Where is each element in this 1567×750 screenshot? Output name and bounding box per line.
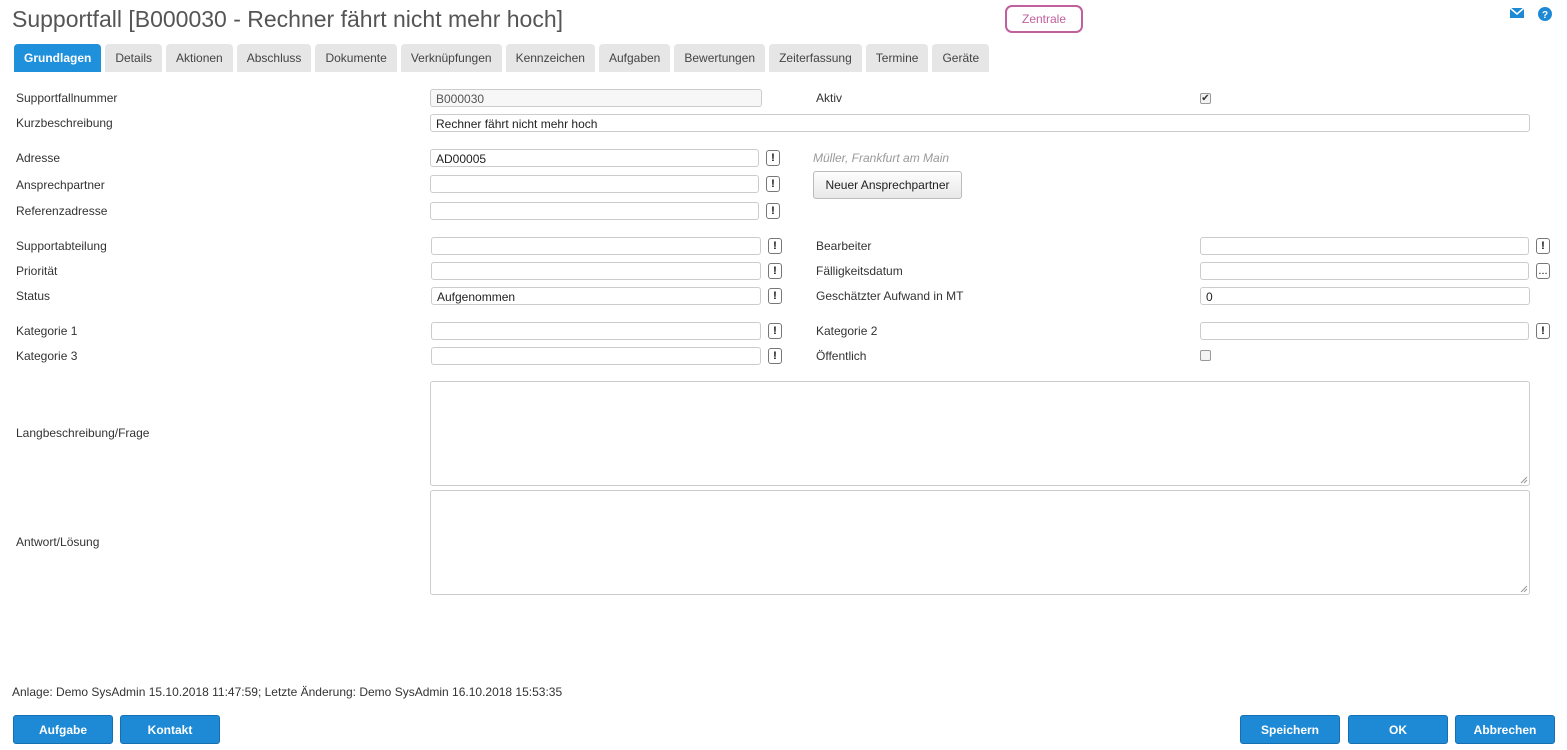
referenzadresse-field[interactable] — [430, 202, 759, 220]
tab-termine[interactable]: Termine — [865, 44, 929, 72]
aktiv-label: Aktiv — [816, 91, 843, 105]
supportabteilung-lookup-button[interactable]: ! — [768, 238, 782, 254]
svg-text:?: ? — [1542, 10, 1548, 21]
faelligkeitsdatum-label: Fälligkeitsdatum — [816, 264, 903, 278]
antwort-textarea[interactable] — [430, 490, 1530, 595]
status-label: Status — [16, 289, 51, 303]
prioritaet-field[interactable] — [431, 262, 761, 280]
page-title: Supportfall [B000030 - Rechner fährt nic… — [12, 6, 564, 32]
kategorie3-field[interactable] — [431, 347, 761, 365]
langbeschreibung-label: Langbeschreibung/Frage — [16, 426, 150, 440]
langbeschreibung-textarea[interactable] — [430, 381, 1530, 486]
tab-kennzeichen[interactable]: Kennzeichen — [505, 44, 595, 72]
antwort-label: Antwort/Lösung — [16, 535, 100, 549]
faelligkeitsdatum-field[interactable] — [1200, 262, 1529, 280]
bearbeiter-field[interactable] — [1200, 237, 1529, 255]
ansprechpartner-label: Ansprechpartner — [16, 178, 105, 192]
supportabteilung-field[interactable] — [431, 237, 761, 255]
ansprechpartner-lookup-button[interactable]: ! — [766, 176, 780, 192]
bearbeiter-lookup-button[interactable]: ! — [1536, 238, 1550, 254]
tab-bar: Grundlagen Details Aktionen Abschluss Do… — [14, 44, 993, 72]
status-field[interactable]: Aufgenommen — [431, 287, 761, 305]
aufwand-field[interactable]: 0 — [1200, 287, 1530, 305]
tab-abschluss[interactable]: Abschluss — [236, 44, 312, 72]
kurzbeschreibung-label: Kurzbeschreibung — [16, 116, 113, 130]
adresse-label: Adresse — [16, 151, 61, 165]
kategorie1-lookup-button[interactable]: ! — [768, 323, 782, 339]
prioritaet-lookup-button[interactable]: ! — [768, 263, 782, 279]
kategorie1-field[interactable] — [431, 322, 761, 340]
aktiv-checkbox[interactable]: ✔ — [1200, 93, 1211, 104]
oeffentlich-label: Öffentlich — [816, 349, 867, 363]
tab-zeiterfassung[interactable]: Zeiterfassung — [769, 44, 862, 72]
zentrale-button[interactable]: Zentrale — [1005, 5, 1083, 33]
referenzadresse-lookup-button[interactable]: ! — [766, 203, 780, 219]
bearbeiter-label: Bearbeiter — [816, 239, 872, 253]
kurzbeschreibung-field[interactable]: Rechner fährt nicht mehr hoch — [430, 114, 1530, 132]
speichern-button[interactable]: Speichern — [1240, 715, 1340, 744]
tab-verknuepfungen[interactable]: Verknüpfungen — [400, 44, 502, 72]
tab-details[interactable]: Details — [105, 44, 163, 72]
tab-geraete[interactable]: Geräte — [932, 44, 990, 72]
kategorie3-lookup-button[interactable]: ! — [768, 348, 782, 364]
oeffentlich-checkbox[interactable] — [1200, 350, 1211, 361]
kategorie3-label: Kategorie 3 — [16, 349, 78, 363]
mail-icon[interactable] — [1509, 6, 1525, 20]
supportfallnummer-label: Supportfallnummer — [16, 91, 118, 105]
help-icon[interactable]: ? — [1537, 6, 1553, 22]
tab-grundlagen[interactable]: Grundlagen — [14, 44, 102, 72]
kategorie1-label: Kategorie 1 — [16, 324, 78, 338]
supportfallnummer-field[interactable]: B000030 — [430, 89, 762, 107]
status-lookup-button[interactable]: ! — [768, 288, 782, 304]
kategorie2-lookup-button[interactable]: ! — [1536, 323, 1550, 339]
kategorie2-field[interactable] — [1200, 322, 1529, 340]
ok-button[interactable]: OK — [1348, 715, 1448, 744]
abbrechen-button[interactable]: Abbrechen — [1455, 715, 1555, 744]
aufwand-label: Geschätzter Aufwand in MT — [816, 289, 964, 303]
kategorie2-label: Kategorie 2 — [816, 324, 878, 338]
referenzadresse-label: Referenzadresse — [16, 204, 108, 218]
prioritaet-label: Priorität — [16, 264, 58, 278]
ansprechpartner-field[interactable] — [430, 175, 759, 193]
tab-bewertungen[interactable]: Bewertungen — [674, 44, 766, 72]
adresse-lookup-button[interactable]: ! — [766, 150, 780, 166]
tab-aufgaben[interactable]: Aufgaben — [598, 44, 671, 72]
audit-info: Anlage: Demo SysAdmin 15.10.2018 11:47:5… — [12, 685, 563, 699]
resize-grip-icon[interactable] — [1519, 584, 1528, 593]
aufgabe-button[interactable]: Aufgabe — [13, 715, 113, 744]
date-picker-button[interactable]: ... — [1536, 263, 1550, 279]
adresse-hint: Müller, Frankfurt am Main — [813, 151, 950, 165]
tab-aktionen[interactable]: Aktionen — [166, 44, 233, 72]
neuer-ansprechpartner-button[interactable]: Neuer Ansprechpartner — [813, 171, 962, 199]
tab-dokumente[interactable]: Dokumente — [315, 44, 397, 72]
kontakt-button[interactable]: Kontakt — [120, 715, 220, 744]
adresse-field[interactable]: AD00005 — [430, 149, 759, 167]
resize-grip-icon[interactable] — [1519, 475, 1528, 484]
supportabteilung-label: Supportabteilung — [16, 239, 107, 253]
